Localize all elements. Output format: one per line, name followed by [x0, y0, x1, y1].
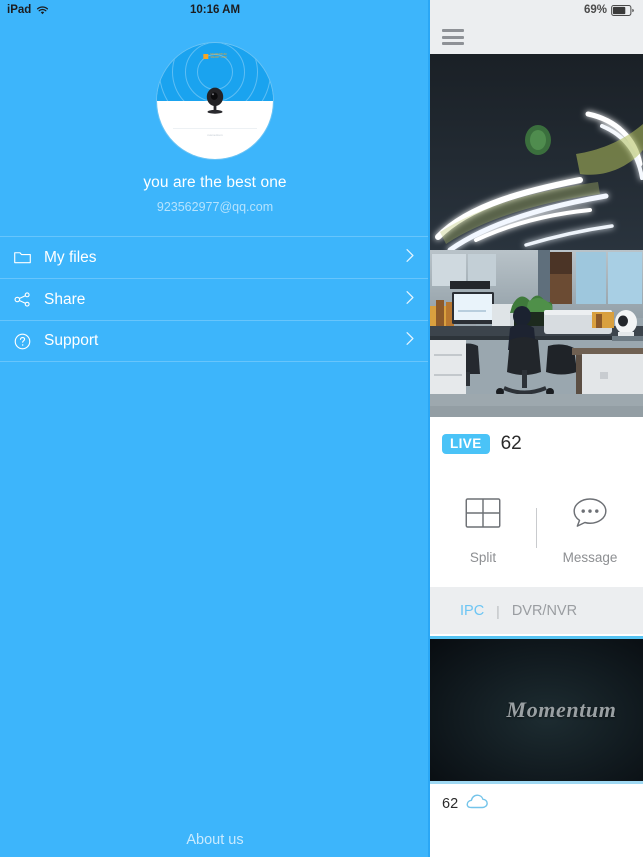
split-button[interactable]: Split [430, 492, 536, 565]
device-name-label: 62 [442, 796, 459, 812]
thumbnail-overlay-text: Momentum [506, 697, 617, 722]
device-type-tabs: IPC | DVR/NVR [430, 587, 643, 634]
live-device-id: 62 [500, 433, 522, 454]
action-bar: Split Message [430, 469, 643, 587]
sidebar-menu: My files Share Support [0, 236, 430, 362]
chevron-right-icon [405, 331, 415, 351]
sidebar-item-support[interactable]: Support [0, 320, 430, 362]
message-bubble-icon [569, 492, 611, 534]
live-badge: LIVE [442, 433, 490, 455]
app-root: iPad 10:16 AM MOMENTUM SMART CAM momentu… [0, 0, 643, 857]
sidebar: iPad 10:16 AM MOMENTUM SMART CAM momentu… [0, 0, 430, 857]
tab-dvr-nvr[interactable]: DVR/NVR [512, 603, 577, 619]
hamburger-bar [442, 29, 464, 32]
grid-split-icon [462, 492, 504, 534]
about-us-link[interactable]: About us [0, 832, 430, 857]
wifi-icon [36, 5, 49, 16]
status-bar-time: 10:16 AM [189, 4, 241, 16]
hamburger-menu-icon[interactable] [442, 29, 464, 45]
live-video-feed[interactable] [430, 54, 643, 417]
pane-divider [428, 0, 430, 857]
device-list: Momentum 62 [430, 634, 643, 824]
avatar-divider [173, 128, 257, 129]
profile-email: 923562977@qq.com [156, 200, 274, 214]
video-frame-graphic [430, 54, 643, 417]
live-status-row: LIVE 62 [430, 417, 643, 469]
chevron-right-icon [405, 290, 415, 310]
battery-percent-label: 69% [583, 4, 607, 16]
avatar-footer-text: momentum [207, 133, 223, 137]
brand-square-icon [203, 54, 209, 60]
profile-section: MOMENTUM SMART CAM momentum you are the … [0, 20, 430, 214]
right-panel: 69% LIVE 62 Split Message IPC | DVR/NVR … [430, 0, 643, 857]
right-navbar [430, 20, 643, 54]
tab-ipc[interactable]: IPC [460, 603, 484, 619]
avatar[interactable]: MOMENTUM SMART CAM momentum [156, 42, 274, 160]
right-status-bar: 69% [430, 0, 643, 20]
device-name-label: iPad [7, 4, 32, 16]
profile-username: you are the best one [143, 174, 287, 191]
avatar-brand-logo: MOMENTUM SMART CAM [203, 53, 227, 60]
cloud-icon[interactable] [465, 793, 489, 815]
sidebar-item-my-files[interactable]: My files [0, 236, 430, 278]
chevron-right-icon [405, 248, 415, 268]
security-camera-icon [198, 83, 232, 117]
device-meta-row: 62 [430, 784, 643, 824]
sidebar-item-label: My files [44, 248, 97, 266]
status-bar-left: iPad [7, 4, 49, 16]
hamburger-bar [442, 35, 464, 39]
share-icon [11, 289, 33, 311]
sidebar-item-label: Share [44, 290, 86, 308]
tab-separator: | [496, 602, 500, 619]
battery-icon [611, 4, 635, 16]
brand-text: MOMENTUM SMART CAM [210, 53, 227, 59]
device-thumbnail[interactable]: Momentum [430, 636, 643, 784]
sidebar-item-share[interactable]: Share [0, 278, 430, 320]
split-label: Split [469, 549, 497, 565]
sidebar-item-label: Support [44, 332, 99, 349]
message-label: Message [562, 549, 618, 565]
ios-status-bar: iPad 10:16 AM [0, 0, 430, 20]
message-button[interactable]: Message [537, 492, 643, 565]
question-circle-icon [11, 330, 33, 352]
hamburger-bar [442, 42, 464, 45]
folder-icon [11, 247, 33, 269]
